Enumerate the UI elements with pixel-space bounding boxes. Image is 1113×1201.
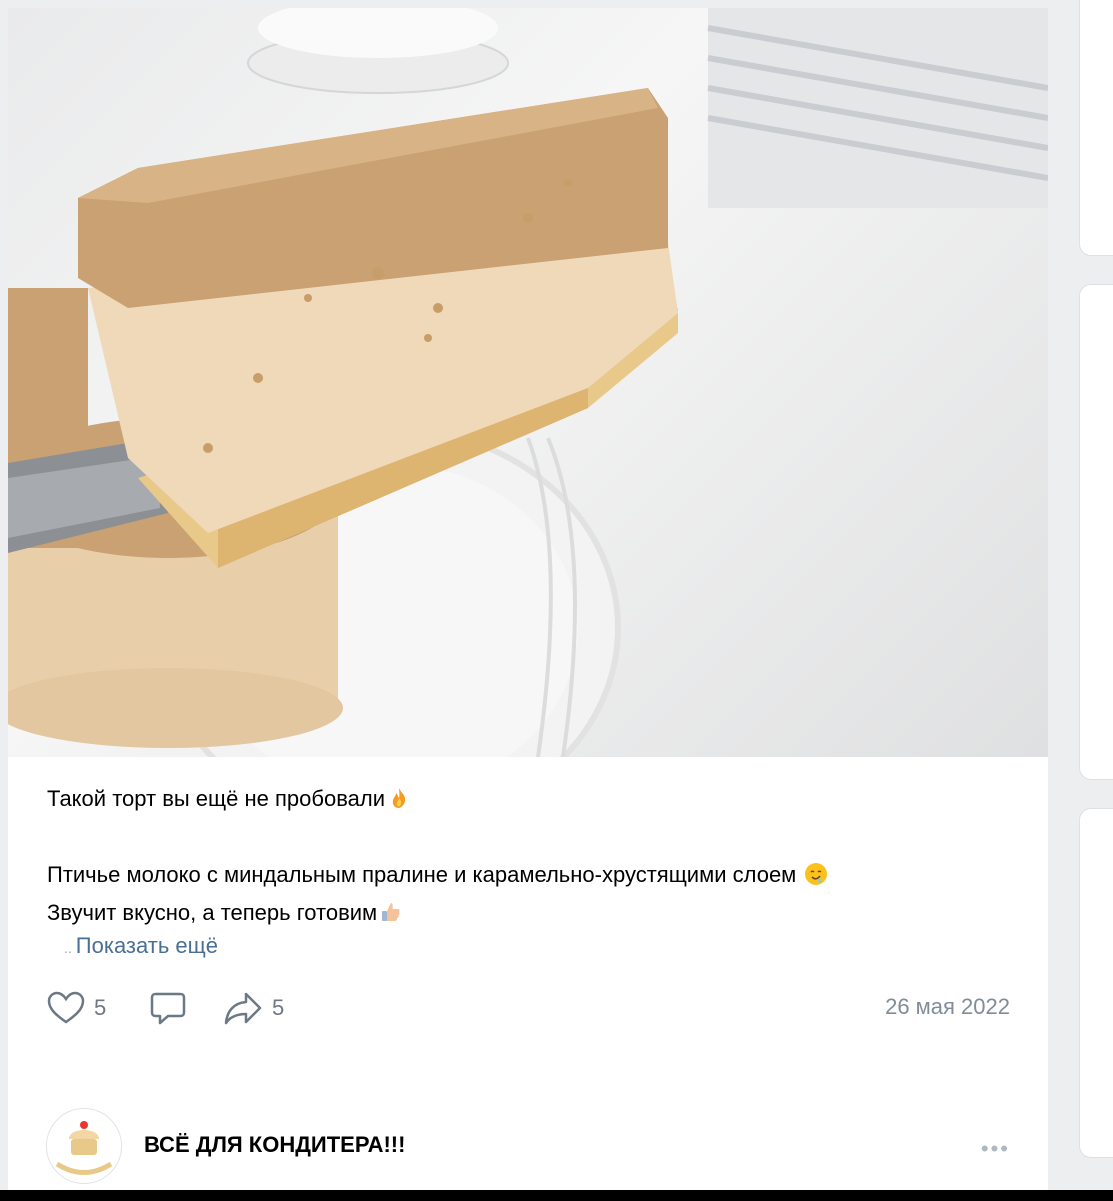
post-actions: 5 5 26 мая 2022 — [46, 988, 1010, 1028]
post-text-line-1: Такой торт вы ещё не пробовали — [47, 780, 1027, 818]
side-panel-middle — [1079, 284, 1113, 780]
author-name[interactable]: ВСЁ ДЛЯ КОНДИТЕРА!!! — [144, 1132, 405, 1158]
post-date[interactable]: 26 мая 2022 — [885, 994, 1010, 1020]
avatar[interactable] — [46, 1108, 122, 1184]
like-count: 5 — [94, 995, 107, 1020]
show-more-label: Показать ещё — [75, 933, 218, 958]
like-button[interactable]: 5 — [46, 988, 106, 1028]
cake-slice-photo — [8, 8, 1048, 757]
heart-icon — [47, 991, 85, 1024]
post-text: Такой торт вы ещё не пробовали Птичье мо… — [47, 780, 1027, 932]
show-more-link[interactable]: .. Показать ещё — [64, 933, 218, 959]
comment-icon — [150, 992, 186, 1025]
show-more-dots: .. — [64, 940, 72, 956]
comment-button[interactable] — [148, 988, 196, 1028]
post-text-2: Птичье молоко с миндальным пралине и кар… — [47, 862, 797, 887]
side-panel-top — [1079, 0, 1113, 256]
drooling-face-emoji — [805, 863, 828, 885]
bottom-bar — [0, 1190, 1113, 1201]
fire-emoji — [392, 788, 406, 808]
share-icon — [224, 992, 262, 1025]
cupcake-logo-icon — [55, 1121, 113, 1175]
post-text-3: Звучит вкусно, а теперь готовим — [47, 900, 378, 925]
post-text-line-3: Звучит вкусно, а теперь готовим — [47, 894, 1027, 932]
thumbs-up-emoji — [382, 903, 400, 921]
share-button[interactable]: 5 — [222, 988, 284, 1028]
side-panel-bottom — [1079, 808, 1113, 1158]
more-options-button[interactable]: ••• — [981, 1136, 1010, 1162]
post-photo[interactable] — [8, 8, 1048, 757]
share-count: 5 — [272, 995, 285, 1020]
post-text-line-2: Птичье молоко с миндальным пралине и кар… — [47, 856, 1027, 894]
next-post-header: ВСЁ ДЛЯ КОНДИТЕРА!!! ••• — [46, 1108, 1010, 1184]
post-card: Такой торт вы ещё не пробовали Птичье мо… — [8, 8, 1048, 1190]
post-text-1: Такой торт вы ещё не пробовали — [47, 786, 386, 811]
